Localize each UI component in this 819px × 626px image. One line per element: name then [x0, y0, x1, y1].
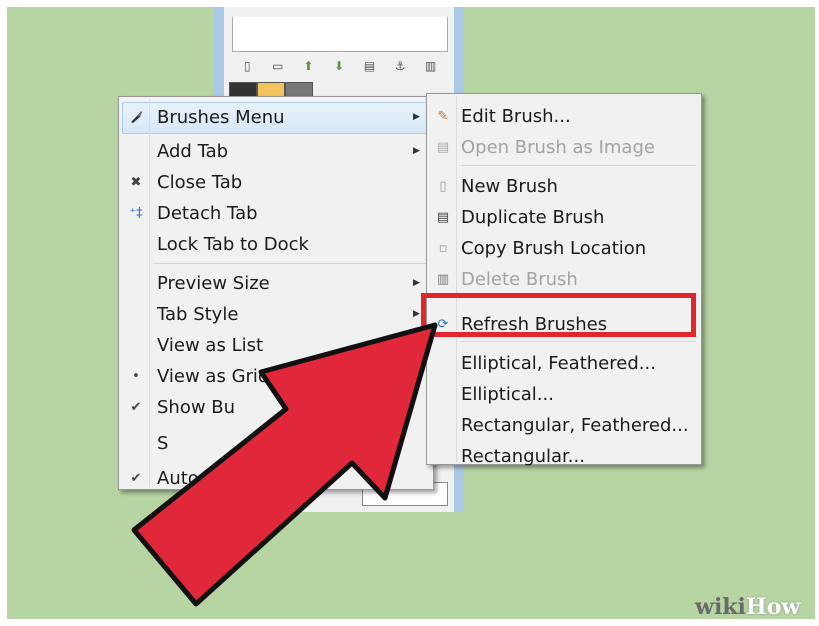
pointer-arrow-graphic — [131, 322, 438, 607]
wikihow-logo: wikiHow — [695, 594, 801, 619]
screenshot-scene: ▯ ▭ ⬆ ⬇ ▤ ⚓ ▥ Brushes Menu ▶ Add Tab ▶ ✖… — [7, 7, 815, 619]
